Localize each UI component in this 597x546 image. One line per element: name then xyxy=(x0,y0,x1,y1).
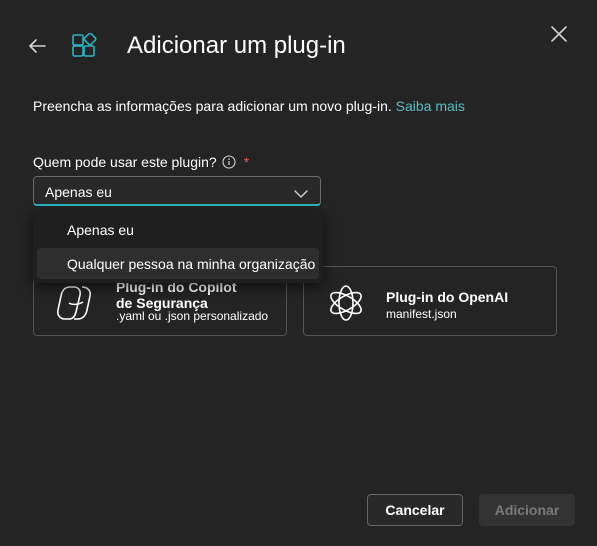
info-icon[interactable] xyxy=(222,155,236,169)
dropdown-option-label: Qualquer pessoa na minha organização xyxy=(67,256,316,272)
chevron-down-icon xyxy=(294,186,308,198)
openai-plugin-card[interactable]: Plug-in do OpenAI manifest.json xyxy=(303,266,557,336)
select-value: Apenas eu xyxy=(45,184,112,200)
dialog-description: Preencha as informações para adicionar u… xyxy=(33,98,465,114)
openai-card-title: Plug-in do OpenAI xyxy=(386,289,509,305)
add-button[interactable]: Adicionar xyxy=(479,494,575,526)
learn-more-link[interactable]: Saiba mais xyxy=(396,98,465,114)
copilot-card-title: Plug-in do Copilot de Segurança xyxy=(116,279,237,311)
openai-icon xyxy=(326,283,366,323)
who-can-use-select[interactable]: Apenas eu xyxy=(33,176,321,206)
required-mark: * xyxy=(243,154,250,170)
back-arrow-icon[interactable] xyxy=(24,33,50,59)
dialog-title: Adicionar um plug-in xyxy=(127,32,346,59)
plugin-icon xyxy=(71,32,97,59)
close-icon[interactable] xyxy=(547,22,571,46)
openai-card-subtitle: manifest.json xyxy=(386,307,457,321)
who-can-use-label-text: Quem pode usar este plugin? xyxy=(33,154,217,170)
dropdown-option-label: Apenas eu xyxy=(67,222,134,238)
cancel-button[interactable]: Cancelar xyxy=(367,494,463,526)
description-text: Preencha as informações para adicionar u… xyxy=(33,98,392,114)
who-can-use-label: Quem pode usar este plugin? * xyxy=(33,154,249,170)
copilot-card-subtitle: .yaml ou .json personalizado xyxy=(116,309,269,323)
dropdown-option-organization[interactable]: Qualquer pessoa na minha organização xyxy=(37,248,319,279)
dropdown-option-only-me[interactable]: Apenas eu xyxy=(37,214,319,245)
copilot-icon xyxy=(56,283,96,323)
add-plugin-dialog: Adicionar um plug-in Preencha as informa… xyxy=(0,0,597,546)
who-can-use-dropdown: Apenas eu Qualquer pessoa na minha organ… xyxy=(33,211,323,283)
